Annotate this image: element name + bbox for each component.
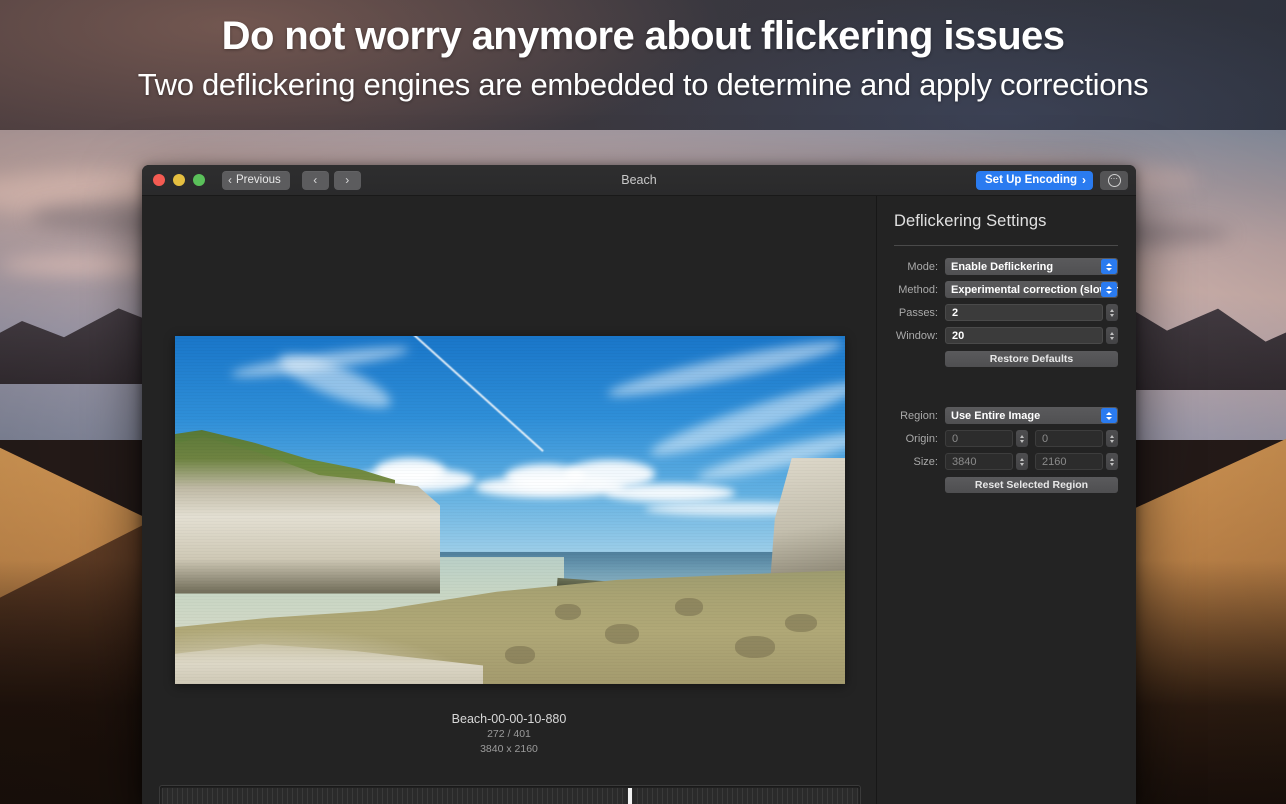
method-label: Method: bbox=[894, 284, 945, 296]
traffic-lights bbox=[153, 174, 205, 186]
frame-name: Beach-00-00-10-880 bbox=[142, 712, 876, 727]
mode-row: Mode: Enable Deflickering bbox=[894, 258, 1118, 275]
origin-y-stepper[interactable] bbox=[1106, 430, 1118, 447]
minimize-window-button[interactable] bbox=[173, 174, 185, 186]
previous-button[interactable]: ‹ Previous bbox=[222, 171, 290, 190]
more-options-button[interactable]: ⋯ bbox=[1100, 171, 1128, 190]
window-stepper[interactable] bbox=[1106, 327, 1118, 344]
window-titlebar: ‹ Previous ‹ › Beach Set Up Encoding › ⋯ bbox=[142, 165, 1136, 196]
filmstrip-track[interactable] bbox=[162, 788, 858, 804]
region-row: Region: Use Entire Image bbox=[894, 407, 1118, 424]
size-width-input[interactable]: 3840 bbox=[945, 453, 1013, 470]
region-settings-group: Region: Use Entire Image Origin: 0 bbox=[894, 407, 1118, 493]
method-row: Method: Experimental correction (slower) bbox=[894, 281, 1118, 298]
preview-caption: Beach-00-00-10-880 272 / 401 3840 x 2160 bbox=[142, 712, 876, 757]
reset-selected-region-button[interactable]: Reset Selected Region bbox=[945, 477, 1118, 493]
banner-subtitle: Two deflickering engines are embedded to… bbox=[0, 66, 1286, 103]
previous-button-label: Previous bbox=[236, 174, 281, 186]
origin-row: Origin: 0 0 bbox=[894, 430, 1118, 447]
origin-label: Origin: bbox=[894, 433, 945, 445]
window-body: Beach-00-00-10-880 272 / 401 3840 x 2160… bbox=[142, 196, 1136, 804]
chevron-updown-icon bbox=[1101, 259, 1117, 274]
chevron-updown-icon bbox=[1101, 408, 1117, 423]
mode-select[interactable]: Enable Deflickering bbox=[945, 258, 1118, 275]
restore-defaults-button[interactable]: Restore Defaults bbox=[945, 351, 1118, 367]
window-input[interactable]: 20 bbox=[945, 327, 1103, 344]
mode-label: Mode: bbox=[894, 261, 945, 273]
navigation-buttons: ‹ › bbox=[302, 171, 361, 190]
banner-title: Do not worry anymore about flickering is… bbox=[0, 13, 1286, 60]
origin-x-input[interactable]: 0 bbox=[945, 430, 1013, 447]
chevron-right-icon: › bbox=[1082, 174, 1086, 186]
titlebar-right-group: Set Up Encoding › ⋯ bbox=[976, 171, 1128, 190]
close-window-button[interactable] bbox=[153, 174, 165, 186]
chevron-left-icon: ‹ bbox=[228, 174, 232, 186]
maximize-window-button[interactable] bbox=[193, 174, 205, 186]
region-label: Region: bbox=[894, 410, 945, 422]
frame-index: 272 / 401 bbox=[142, 727, 876, 742]
window-label: Window: bbox=[894, 330, 945, 342]
window-row: Window: 20 bbox=[894, 327, 1118, 344]
preview-image[interactable] bbox=[175, 336, 845, 684]
filmstrip-scrubber[interactable] bbox=[159, 785, 861, 804]
preview-pane: Beach-00-00-10-880 272 / 401 3840 x 2160 bbox=[142, 196, 877, 804]
settings-panel-title: Deflickering Settings bbox=[894, 212, 1118, 231]
set-up-encoding-button[interactable]: Set Up Encoding › bbox=[976, 171, 1093, 190]
passes-stepper[interactable] bbox=[1106, 304, 1118, 321]
settings-divider bbox=[894, 245, 1118, 246]
size-row: Size: 3840 2160 bbox=[894, 453, 1118, 470]
mode-value: Enable Deflickering bbox=[951, 261, 1053, 273]
method-select[interactable]: Experimental correction (slower) bbox=[945, 281, 1118, 298]
app-window: ‹ Previous ‹ › Beach Set Up Encoding › ⋯ bbox=[142, 165, 1136, 804]
playhead-handle[interactable] bbox=[628, 788, 632, 804]
photo-grain-overlay bbox=[175, 336, 845, 684]
chevron-left-icon: ‹ bbox=[313, 174, 317, 186]
promo-banner: Do not worry anymore about flickering is… bbox=[0, 0, 1286, 130]
nav-back-button[interactable]: ‹ bbox=[302, 171, 329, 190]
size-height-stepper[interactable] bbox=[1106, 453, 1118, 470]
passes-input[interactable]: 2 bbox=[945, 304, 1103, 321]
deflickering-settings-panel: Deflickering Settings Mode: Enable Defli… bbox=[877, 196, 1135, 804]
passes-row: Passes: 2 bbox=[894, 304, 1118, 321]
size-width-stepper[interactable] bbox=[1016, 453, 1028, 470]
region-select[interactable]: Use Entire Image bbox=[945, 407, 1118, 424]
method-value: Experimental correction (slower) bbox=[951, 284, 1118, 296]
ellipsis-circle-icon: ⋯ bbox=[1108, 174, 1121, 187]
chevron-updown-icon bbox=[1101, 282, 1117, 297]
size-label: Size: bbox=[894, 456, 945, 468]
origin-y-input[interactable]: 0 bbox=[1035, 430, 1103, 447]
frame-dimensions: 3840 x 2160 bbox=[142, 742, 876, 757]
nav-forward-button[interactable]: › bbox=[334, 171, 361, 190]
size-height-input[interactable]: 2160 bbox=[1035, 453, 1103, 470]
origin-x-stepper[interactable] bbox=[1016, 430, 1028, 447]
region-value: Use Entire Image bbox=[951, 410, 1040, 422]
passes-label: Passes: bbox=[894, 307, 945, 319]
set-up-encoding-label: Set Up Encoding bbox=[985, 174, 1077, 186]
chevron-right-icon: › bbox=[345, 174, 349, 186]
